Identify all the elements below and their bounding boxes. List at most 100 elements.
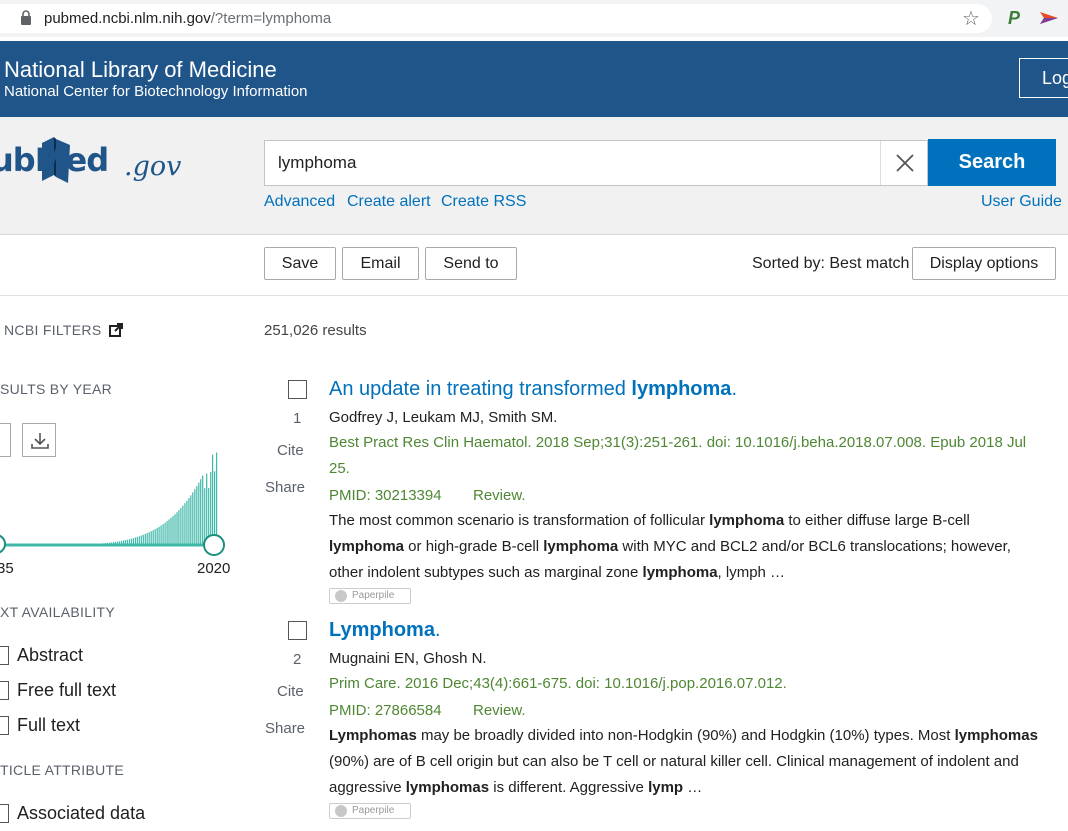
histogram-bar	[101, 543, 103, 545]
send-to-button[interactable]: Send to	[425, 247, 517, 280]
snippet-text: to either diffuse large B-cell	[784, 512, 970, 529]
url-text[interactable]: pubmed.ncbi.nlm.nih.gov/?term=lymphoma	[44, 10, 331, 28]
histogram-bar	[85, 544, 87, 545]
histogram-bar	[158, 526, 160, 545]
result-1-checkbox[interactable]	[288, 380, 307, 399]
search-button[interactable]: Search	[928, 139, 1056, 186]
year-end-label: 2020	[197, 560, 231, 577]
paperpile-label: Paperpile	[352, 590, 395, 601]
create-rss-link[interactable]: Create RSS	[441, 193, 526, 211]
save-button[interactable]: Save	[264, 247, 336, 280]
results-by-year-histogram[interactable]	[0, 420, 232, 560]
result-1-cite-button[interactable]: Cite	[277, 442, 304, 459]
extension-arrow-icon[interactable]	[1040, 10, 1058, 26]
free-full-text-checkbox[interactable]	[0, 681, 9, 700]
result-1-paperpile-button[interactable]: Paperpile	[329, 588, 411, 604]
associated-data-checkbox[interactable]	[0, 804, 9, 823]
url-path: /?term=lymphoma	[210, 10, 332, 27]
histogram-bar	[156, 528, 158, 545]
year-range-end-handle[interactable]	[203, 534, 225, 556]
email-button[interactable]: Email	[342, 247, 419, 280]
histogram-bar	[164, 522, 166, 545]
result-2-share-button[interactable]: Share	[265, 720, 305, 737]
result-2-pmid: PMID: 27866584	[329, 702, 442, 719]
result-1-title-end: .	[731, 378, 737, 400]
advanced-link[interactable]: Advanced	[264, 193, 335, 211]
histogram-bar	[148, 532, 150, 545]
histogram-bar	[168, 519, 170, 545]
snippet-text: …	[683, 779, 703, 796]
full-text-filter-label[interactable]: Full text	[17, 715, 80, 736]
histogram-bar	[212, 454, 214, 545]
extension-p-icon[interactable]: P	[1008, 8, 1020, 29]
histogram-bar	[124, 540, 126, 545]
snippet-highlight: lymphoma	[543, 538, 619, 555]
histogram-bar	[111, 542, 113, 545]
text-availability-heading: XT AVAILABILITY	[0, 604, 115, 620]
histogram-bar	[140, 535, 142, 545]
snippet-text: or high-grade B-cell	[404, 538, 544, 555]
snippet-text: , lymph …	[717, 564, 786, 581]
logo-text: ubMed	[0, 141, 109, 179]
snippet-text: The most common scenario is transformati…	[329, 512, 710, 529]
result-2-checkbox[interactable]	[288, 621, 307, 640]
paperpile-label: Paperpile	[352, 805, 395, 816]
result-2-paperpile-button[interactable]: Paperpile	[329, 803, 411, 819]
nlm-subtitle[interactable]: National Center for Biotechnology Inform…	[4, 83, 308, 100]
histogram-bar	[200, 479, 202, 545]
abstract-checkbox[interactable]	[0, 646, 9, 665]
sort-indicator[interactable]: Sorted by: Best match	[752, 255, 909, 273]
histogram-bar	[116, 541, 119, 545]
histogram-bar	[97, 543, 99, 545]
logo-gov: .gov	[124, 151, 182, 182]
result-2-cite-button[interactable]: Cite	[277, 683, 304, 700]
external-link-icon[interactable]	[109, 323, 123, 337]
result-2-number: 2	[293, 651, 302, 668]
result-2-authors: Mugnaini EN, Ghosh N.	[329, 650, 487, 667]
free-full-text-filter-label[interactable]: Free full text	[17, 680, 116, 701]
ncbi-filters-link[interactable]: NCBI FILTERS	[4, 322, 101, 338]
histogram-bar	[196, 486, 198, 545]
histogram-bar	[99, 543, 101, 545]
histogram-bar	[172, 516, 174, 545]
histogram-bar	[184, 503, 186, 545]
result-1-type: Review.	[473, 487, 526, 504]
histogram-bar	[87, 544, 89, 545]
full-text-checkbox[interactable]	[0, 716, 9, 735]
create-alert-link[interactable]: Create alert	[347, 193, 431, 211]
histogram-bar	[93, 544, 95, 545]
result-1-title-text: An update in treating transformed	[329, 378, 632, 400]
results-count: 251,026 results	[264, 322, 367, 339]
search-input[interactable]: lymphoma	[264, 140, 928, 186]
result-2-snippet: Lymphomas may be broadly divided into no…	[329, 723, 1041, 801]
display-options-button[interactable]: Display options	[912, 247, 1056, 280]
result-1-title-highlight: lymphoma	[631, 378, 732, 400]
clear-search-button[interactable]	[880, 141, 929, 185]
histogram-bar	[186, 500, 188, 545]
login-button[interactable]: Log	[1019, 58, 1068, 98]
result-2-citation: Prim Care. 2016 Dec;43(4):661-675. doi: …	[329, 675, 787, 692]
bookmark-star-icon[interactable]: ☆	[962, 6, 980, 31]
histogram-bar	[180, 507, 182, 545]
histogram-bar	[122, 540, 125, 545]
histogram-bar	[170, 517, 172, 545]
pubmed-logo[interactable]: ubMed .gov	[0, 133, 250, 193]
snippet-highlight: lymphomas	[405, 779, 490, 796]
ncbi-filters-label: NCBI FILTERS	[4, 322, 102, 338]
result-1-title[interactable]: An update in treating transformed lympho…	[329, 378, 737, 401]
abstract-filter-label[interactable]: Abstract	[17, 645, 83, 666]
associated-data-filter-label[interactable]: Associated data	[17, 803, 145, 824]
histogram-bar	[95, 543, 97, 545]
result-2-title[interactable]: Lymphoma.	[329, 619, 441, 642]
histogram-bar	[202, 475, 204, 545]
histogram-bar	[128, 539, 130, 545]
user-guide-link[interactable]: User Guide	[981, 193, 1062, 211]
histogram-bar	[166, 521, 168, 545]
histogram-bar	[83, 544, 85, 545]
nlm-title[interactable]: National Library of Medicine	[4, 57, 277, 83]
histogram-bar	[176, 512, 178, 545]
histogram-bar	[109, 542, 111, 545]
histogram-bar	[162, 524, 164, 545]
histogram-bar	[174, 514, 176, 545]
result-1-share-button[interactable]: Share	[265, 479, 305, 496]
